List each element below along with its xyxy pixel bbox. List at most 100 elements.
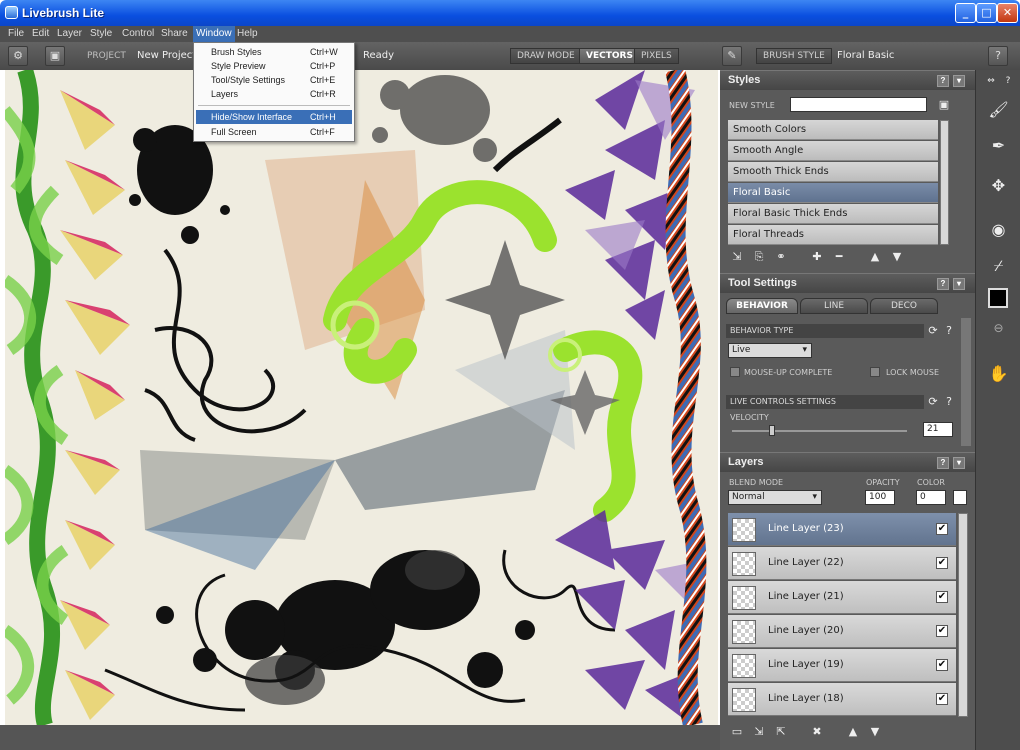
layer-visibility-checkbox[interactable]: ✔ (936, 625, 948, 637)
behavior-type-select[interactable]: Live ▾ (728, 343, 812, 358)
menu-help[interactable]: Help (234, 28, 261, 39)
layer-visibility-checkbox[interactable]: ✔ (936, 693, 948, 705)
help-icon[interactable]: ? (942, 395, 956, 409)
layer-row[interactable]: Line Layer (21) ✔ (728, 581, 956, 614)
style-list-item[interactable]: Floral Basic Thick Ends (728, 204, 938, 224)
menu-item-full-screen[interactable]: Full Screen Ctrl+F (196, 125, 352, 139)
color-swatch-icon[interactable] (988, 288, 1008, 308)
menu-control[interactable]: Control (119, 28, 157, 39)
refresh-icon[interactable]: ⟳ (926, 324, 940, 338)
menu-item-brush-styles[interactable]: Brush Styles Ctrl+W (196, 45, 352, 59)
transform-tool-icon[interactable]: ✥ (976, 170, 1020, 202)
menu-item-shortcut: Ctrl+R (310, 89, 336, 99)
help-button[interactable]: ? (988, 46, 1008, 66)
project-name[interactable]: New Project (137, 50, 196, 61)
layer-down-icon[interactable]: ▼ (868, 725, 882, 739)
style-list-item[interactable]: Floral Threads (728, 225, 938, 245)
layer-visibility-checkbox[interactable]: ✔ (936, 659, 948, 671)
menu-item-layers[interactable]: Layers Ctrl+R (196, 87, 352, 101)
pen-tool-icon[interactable]: ✒ (976, 130, 1020, 162)
layer-row[interactable]: Line Layer (19) ✔ (728, 649, 956, 682)
menu-edit[interactable]: Edit (29, 28, 52, 39)
collapse-icon[interactable]: ▾ (953, 75, 965, 87)
save-icon[interactable]: ▣ (45, 46, 65, 66)
brush-style-icon[interactable]: ✎ (722, 46, 742, 66)
pixels-mode-button[interactable]: PIXELS (634, 48, 679, 64)
remove-style-icon[interactable]: ━ (832, 250, 846, 264)
drawing-canvas[interactable] (5, 70, 718, 725)
link-tool-icon[interactable]: ⊖ (976, 312, 1020, 344)
help-icon[interactable]: ? (937, 75, 949, 87)
settings-gear-icon[interactable]: ⚙ (8, 46, 28, 66)
close-button[interactable]: ✕ (997, 3, 1018, 23)
maximize-button[interactable]: □ (976, 3, 997, 23)
new-layer-icon[interactable]: ▭ (730, 725, 744, 739)
mouse-up-complete-checkbox[interactable] (730, 367, 740, 377)
tab-deco[interactable]: DECO (870, 298, 938, 314)
layer-row-selected[interactable]: Line Layer (23) ✔ (728, 513, 956, 546)
import-layer-icon[interactable]: ⇲ (752, 725, 766, 739)
velocity-slider[interactable] (732, 430, 907, 432)
tool-settings-tabs: BEHAVIOR LINE DECO (726, 298, 946, 314)
minimize-button[interactable]: _ (955, 3, 976, 23)
style-list-item[interactable]: Smooth Colors (728, 120, 938, 140)
layer-row[interactable]: Line Layer (20) ✔ (728, 615, 956, 648)
layer-up-icon[interactable]: ▲ (846, 725, 860, 739)
help-icon[interactable]: ? (942, 324, 956, 338)
tab-behavior[interactable]: BEHAVIOR (726, 298, 798, 314)
link-style-icon[interactable]: ⚭ (774, 250, 788, 264)
layer-visibility-checkbox[interactable]: ✔ (936, 557, 948, 569)
style-list-item[interactable]: Smooth Thick Ends (728, 162, 938, 182)
blend-mode-select[interactable]: Normal ▾ (728, 490, 822, 505)
menu-layer[interactable]: Layer (54, 28, 85, 39)
layer-row[interactable]: Line Layer (22) ✔ (728, 547, 956, 580)
tools-toggle-icon[interactable]: ⇔ (984, 74, 998, 88)
brush-style-value[interactable]: Floral Basic (837, 50, 894, 61)
new-style-input[interactable] (790, 97, 927, 112)
layer-row[interactable]: Line Layer (18) ✔ (728, 683, 956, 716)
style-list-item[interactable]: Smooth Angle (728, 141, 938, 161)
copy-style-icon[interactable]: ⎘ (752, 250, 766, 264)
styles-scrollbar[interactable] (940, 120, 949, 245)
tab-line[interactable]: LINE (800, 298, 868, 314)
velocity-input[interactable]: 21 (923, 422, 953, 437)
velocity-slider-handle[interactable] (769, 425, 775, 436)
help-icon[interactable]: ? (937, 278, 949, 290)
brush-tool-icon[interactable]: 🖌 (976, 94, 1020, 126)
style-list-item-selected[interactable]: Floral Basic (728, 183, 938, 203)
collapse-icon[interactable]: ▾ (953, 278, 965, 290)
menu-style[interactable]: Style (87, 28, 115, 39)
collapse-icon[interactable]: ▾ (953, 457, 965, 469)
import-style-icon[interactable]: ⇲ (730, 250, 744, 264)
opacity-input[interactable]: 100 (865, 490, 895, 505)
layer-thumbnail (732, 654, 756, 678)
help-icon[interactable]: ? (937, 457, 949, 469)
help-icon[interactable]: ? (1001, 74, 1015, 88)
move-down-icon[interactable]: ▼ (890, 250, 904, 264)
menu-item-tool-style-settings[interactable]: Tool/Style Settings Ctrl+E (196, 73, 352, 87)
add-style-icon[interactable]: ✚ (810, 250, 824, 264)
tool-settings-scrollbar[interactable] (961, 318, 971, 446)
velocity-label: VELOCITY (730, 413, 769, 422)
new-style-label: NEW STYLE (729, 101, 775, 110)
menu-item-style-preview[interactable]: Style Preview Ctrl+P (196, 59, 352, 73)
vectors-mode-button[interactable]: VECTORS (579, 48, 640, 64)
color-swatch[interactable] (953, 490, 967, 505)
fill-tool-icon[interactable]: ◉ (976, 214, 1020, 246)
menu-file[interactable]: File (5, 28, 27, 39)
export-layer-icon[interactable]: ⇱ (774, 725, 788, 739)
save-style-icon[interactable]: ▣ (937, 98, 951, 112)
layers-scrollbar[interactable] (958, 513, 968, 717)
layer-visibility-checkbox[interactable]: ✔ (936, 523, 948, 535)
delete-layer-icon[interactable]: ✖ (810, 725, 824, 739)
menu-window[interactable]: Window (193, 26, 235, 42)
menu-item-hide-show-interface[interactable]: Hide/Show Interface Ctrl+H (196, 110, 352, 124)
color-input[interactable]: 0 (916, 490, 946, 505)
eyedropper-tool-icon[interactable]: ⌿ (976, 250, 1020, 282)
menu-share[interactable]: Share (158, 28, 191, 39)
hand-tool-icon[interactable]: ✋ (976, 358, 1020, 390)
refresh-icon[interactable]: ⟳ (926, 395, 940, 409)
move-up-icon[interactable]: ▲ (868, 250, 882, 264)
layer-visibility-checkbox[interactable]: ✔ (936, 591, 948, 603)
lock-mouse-checkbox[interactable] (870, 367, 880, 377)
